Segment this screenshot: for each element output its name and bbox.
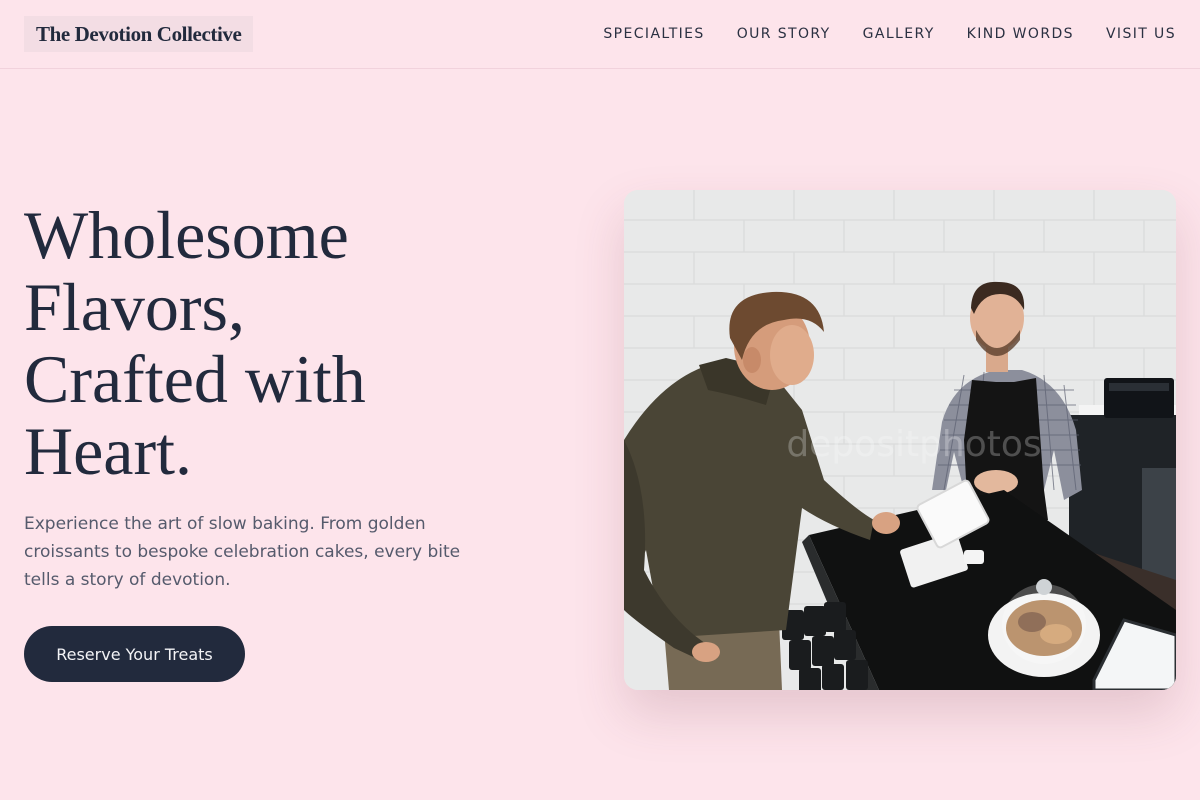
site-header: The Devotion Collective SPECIALTIES OUR … (0, 0, 1200, 69)
hero-title: Wholesome Flavors, Crafted with Heart. (24, 199, 544, 487)
hero-title-line: Wholesome (24, 197, 349, 273)
brand-logo[interactable]: The Devotion Collective (24, 16, 254, 52)
hero-title-line: Crafted with (24, 341, 366, 417)
hero-title-line: Flavors, (24, 269, 245, 345)
main-nav: SPECIALTIES OUR STORY GALLERY KIND WORDS… (571, 0, 1176, 68)
nav-link-our-story[interactable]: OUR STORY (737, 26, 831, 42)
nav-link-gallery[interactable]: GALLERY (863, 26, 935, 42)
nav-link-kind-words[interactable]: KIND WORDS (967, 26, 1074, 42)
nav-link-visit-us[interactable]: VISIT US (1106, 26, 1176, 42)
nav-link-specialties[interactable]: SPECIALTIES (603, 26, 704, 42)
hero-subtitle: Experience the art of slow baking. From … (24, 514, 461, 590)
reserve-treats-button[interactable]: Reserve Your Treats (24, 626, 245, 682)
hero-title-line: Heart. (24, 413, 193, 489)
photo-watermark: depositphotos (786, 424, 1041, 465)
bakery-counter-illustration: depositphotos (624, 190, 1176, 690)
hero-photo: depositphotos (624, 190, 1176, 690)
